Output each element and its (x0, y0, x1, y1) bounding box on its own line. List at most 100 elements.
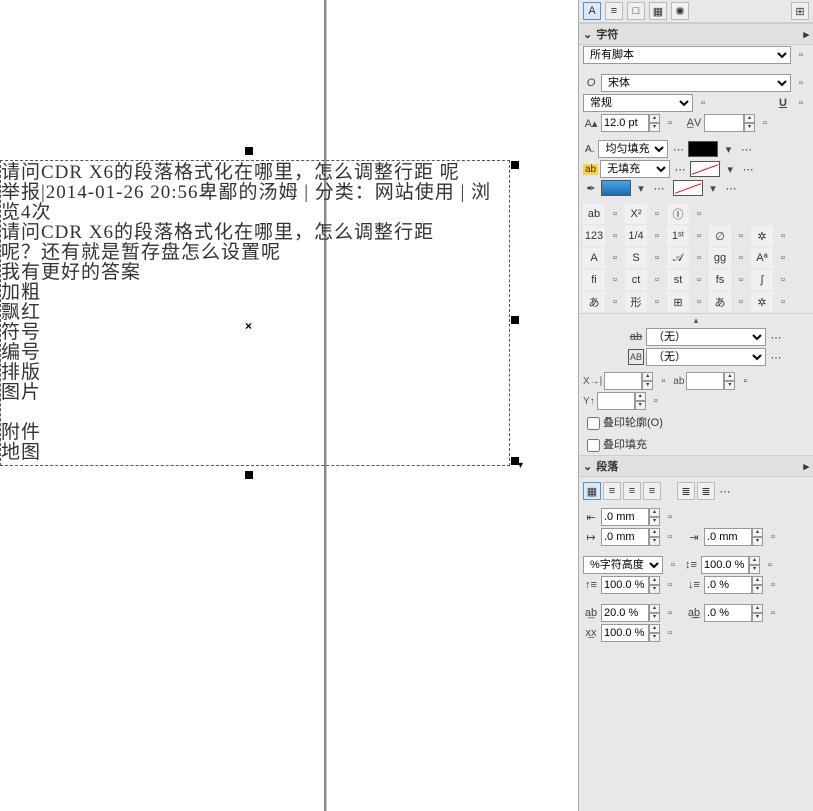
line-mode-select[interactable]: %字符高度 (583, 556, 663, 574)
more-icon[interactable]: ▫ (793, 95, 809, 111)
more-icon[interactable]: ▫ (607, 206, 623, 222)
swash-icon[interactable]: ✲ (751, 226, 773, 246)
allcaps-icon[interactable]: A (583, 248, 605, 268)
overprint-fill-check[interactable]: 叠印填充 (587, 439, 647, 451)
more-icon[interactable]: ▫ (662, 577, 678, 593)
align-left-icon[interactable]: ≡ (603, 482, 621, 500)
justify-full-icon[interactable]: ≣ (697, 482, 715, 500)
kerning-icon[interactable]: A̲V (686, 115, 702, 131)
tab-columns-icon[interactable]: ▦ (649, 2, 667, 20)
strikethrough-icon[interactable]: ab (583, 204, 605, 224)
line-height-input[interactable]: ▴▾ (701, 556, 760, 574)
strike-select[interactable]: （无） (646, 328, 766, 346)
dropdown-icon[interactable]: ▾ (722, 161, 738, 177)
kerning-input[interactable]: ▴▾ (704, 114, 755, 132)
dropdown-icon[interactable]: ▾ (705, 180, 721, 196)
more-icon[interactable]: ▫ (662, 115, 678, 131)
more-icon[interactable]: ▫ (762, 557, 778, 573)
more-icon[interactable]: ▫ (662, 509, 678, 525)
fill-type-select[interactable]: 均匀填充 (598, 140, 668, 158)
stylistic-st-icon[interactable]: st (667, 270, 689, 290)
more-icon[interactable]: ▫ (691, 206, 707, 222)
font-family-select[interactable]: 宋体 (601, 74, 791, 92)
more-icon[interactable]: ⋯ (717, 483, 733, 499)
numerals-icon[interactable]: 123 (583, 226, 605, 246)
underline-icon[interactable]: U (775, 95, 791, 111)
more-icon[interactable]: ⋯ (723, 180, 739, 196)
cjk-a2-icon[interactable]: あ (709, 292, 731, 312)
bg-color-swatch[interactable] (690, 161, 720, 177)
ab-input[interactable]: ▴▾ (686, 372, 735, 390)
superscript-icon[interactable]: X² (625, 204, 647, 224)
more-icon[interactable]: ▫ (662, 625, 678, 641)
section-paragraph[interactable]: ⌄ 段落 ▸ (579, 455, 813, 477)
more-icon[interactable]: ⋯ (768, 349, 784, 365)
stylistic-fi-icon[interactable]: fi (583, 270, 605, 290)
fraction-icon[interactable]: 1/4 (625, 226, 647, 246)
more-icon[interactable]: ▫ (695, 95, 711, 111)
stylistic-fs-icon[interactable]: fs (709, 270, 731, 290)
tab-frame-icon[interactable]: □ (627, 2, 645, 20)
handle-right-top[interactable] (511, 161, 519, 169)
stylistic-f-icon[interactable]: ∫ (751, 270, 773, 290)
slashed-zero-icon[interactable]: ∅ (709, 226, 731, 246)
more-icon[interactable]: ▫ (649, 206, 665, 222)
section-character[interactable]: ⌄ 字符 ▸ (579, 23, 813, 45)
ligature-icon[interactable]: gg (709, 248, 731, 268)
tab-paragraph-icon[interactable]: ≡ (605, 2, 623, 20)
position-icon[interactable]: Ⓘ (667, 204, 689, 224)
font-style-select[interactable]: 常规 (583, 94, 693, 112)
cjk-comb-icon[interactable]: ✲ (751, 292, 773, 312)
more-icon[interactable]: ▫ (648, 393, 664, 409)
align-center-icon[interactable]: ≡ (623, 482, 641, 500)
handle-bottom-center[interactable] (245, 471, 253, 479)
more-icon[interactable]: ▫ (793, 47, 809, 63)
more-icon[interactable]: ▫ (662, 529, 678, 545)
more-icon[interactable]: ⋯ (651, 180, 667, 196)
canvas-area[interactable]: × 请问CDR X6的段落格式化在哪里，怎么调整行距 呢 举报|2014-01-… (0, 0, 578, 811)
indent-right-input[interactable]: ▴▾ (704, 528, 763, 546)
smallcaps-icon[interactable]: S (625, 248, 647, 268)
more-icon[interactable]: ▫ (765, 605, 781, 621)
selected-text-frame[interactable]: × 请问CDR X6的段落格式化在哪里，怎么调整行距 呢 举报|2014-01-… (0, 160, 510, 466)
word-spacing-input[interactable]: ▴▾ (704, 604, 763, 622)
handle-right-middle[interactable] (511, 316, 519, 324)
more-icon[interactable]: ⋯ (670, 141, 686, 157)
lang-spacing-input[interactable]: ▴▾ (601, 624, 660, 642)
space-before-input[interactable]: ▴▾ (601, 576, 660, 594)
more-icon[interactable]: ⋯ (740, 161, 756, 177)
contextual-icon[interactable]: Aª (751, 248, 773, 268)
ordinal-icon[interactable]: 1ˢᵗ (667, 226, 689, 246)
tab-character-icon[interactable]: A (583, 2, 601, 20)
yoffset-input[interactable]: ▴▾ (597, 392, 646, 410)
font-size-input[interactable]: ▴▾ (601, 114, 660, 132)
section-menu-icon[interactable]: ▸ (803, 460, 809, 473)
dropdown-icon[interactable]: ▾ (720, 141, 736, 157)
indent-first-input[interactable]: ▴▾ (601, 528, 660, 546)
swash-a-icon[interactable]: 𝒜 (667, 248, 689, 268)
more-icon[interactable]: ▫ (765, 529, 781, 545)
panel-menu-icon[interactable]: ⊞ (791, 2, 809, 20)
handle-top-center[interactable] (245, 147, 253, 155)
collapse-up[interactable]: ▴ (579, 313, 813, 327)
overprint-outline-check[interactable]: 叠印轮廓(O) (587, 417, 663, 429)
cjk-a-icon[interactable]: あ (583, 292, 605, 312)
stylistic-ct-icon[interactable]: ct (625, 270, 647, 290)
bg-fill-select[interactable]: 无填充 (600, 160, 670, 178)
dropdown-icon[interactable]: ▾ (633, 180, 649, 196)
more-icon[interactable]: ▫ (757, 115, 773, 131)
more-icon[interactable]: ▫ (662, 605, 678, 621)
tab-effects-icon[interactable]: ✺ (671, 2, 689, 20)
char-spacing-input[interactable]: ▴▾ (601, 604, 660, 622)
space-after-input[interactable]: ▴▾ (704, 576, 763, 594)
outline-width-swatch[interactable] (601, 180, 631, 196)
cjk-vert-icon[interactable]: ⊞ (667, 292, 689, 312)
text-content[interactable]: 请问CDR X6的段落格式化在哪里，怎么调整行距 呢 举报|2014-01-26… (1, 163, 509, 463)
align-right-icon[interactable]: ≡ (643, 482, 661, 500)
more-icon[interactable]: ▫ (665, 557, 681, 573)
handle-right-bottom[interactable] (511, 457, 519, 465)
more-icon[interactable]: ▫ (793, 75, 809, 91)
script-select[interactable]: 所有脚本 (583, 46, 791, 64)
more-icon[interactable]: ▫ (765, 577, 781, 593)
outline-color-swatch[interactable] (673, 180, 703, 196)
